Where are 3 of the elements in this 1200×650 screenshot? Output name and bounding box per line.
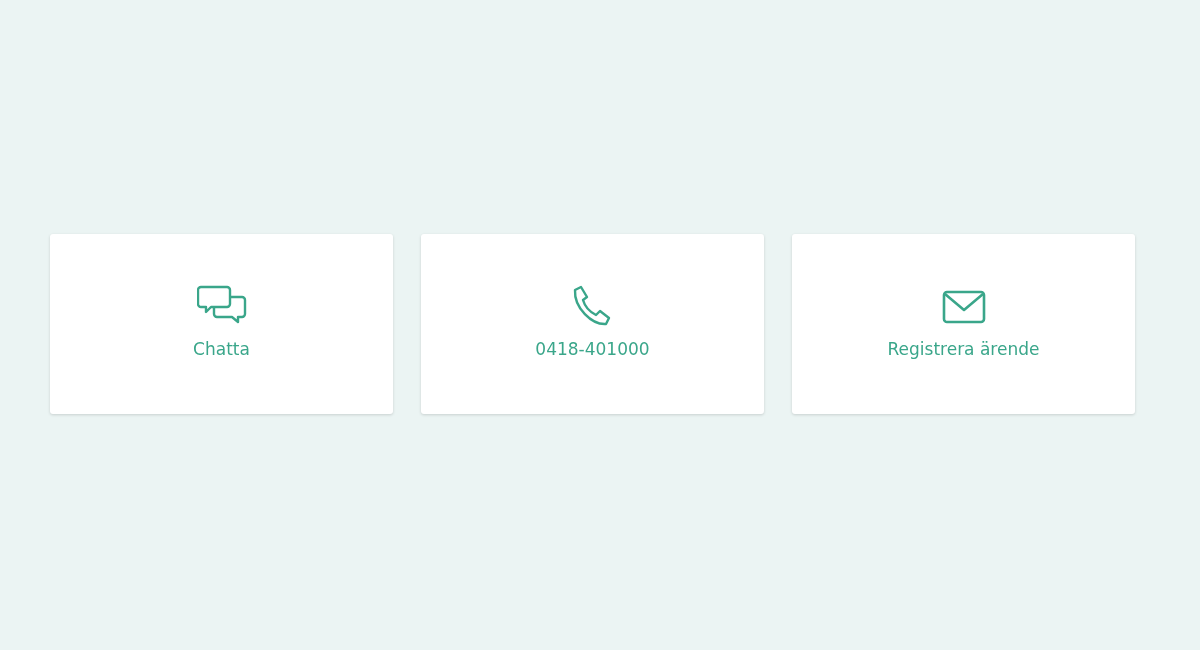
contact-card[interactable]: 0418-401000 [421,233,764,414]
contact-card[interactable]: Registrera ärende [792,233,1135,414]
contact-card[interactable]: Chatta [50,233,393,414]
